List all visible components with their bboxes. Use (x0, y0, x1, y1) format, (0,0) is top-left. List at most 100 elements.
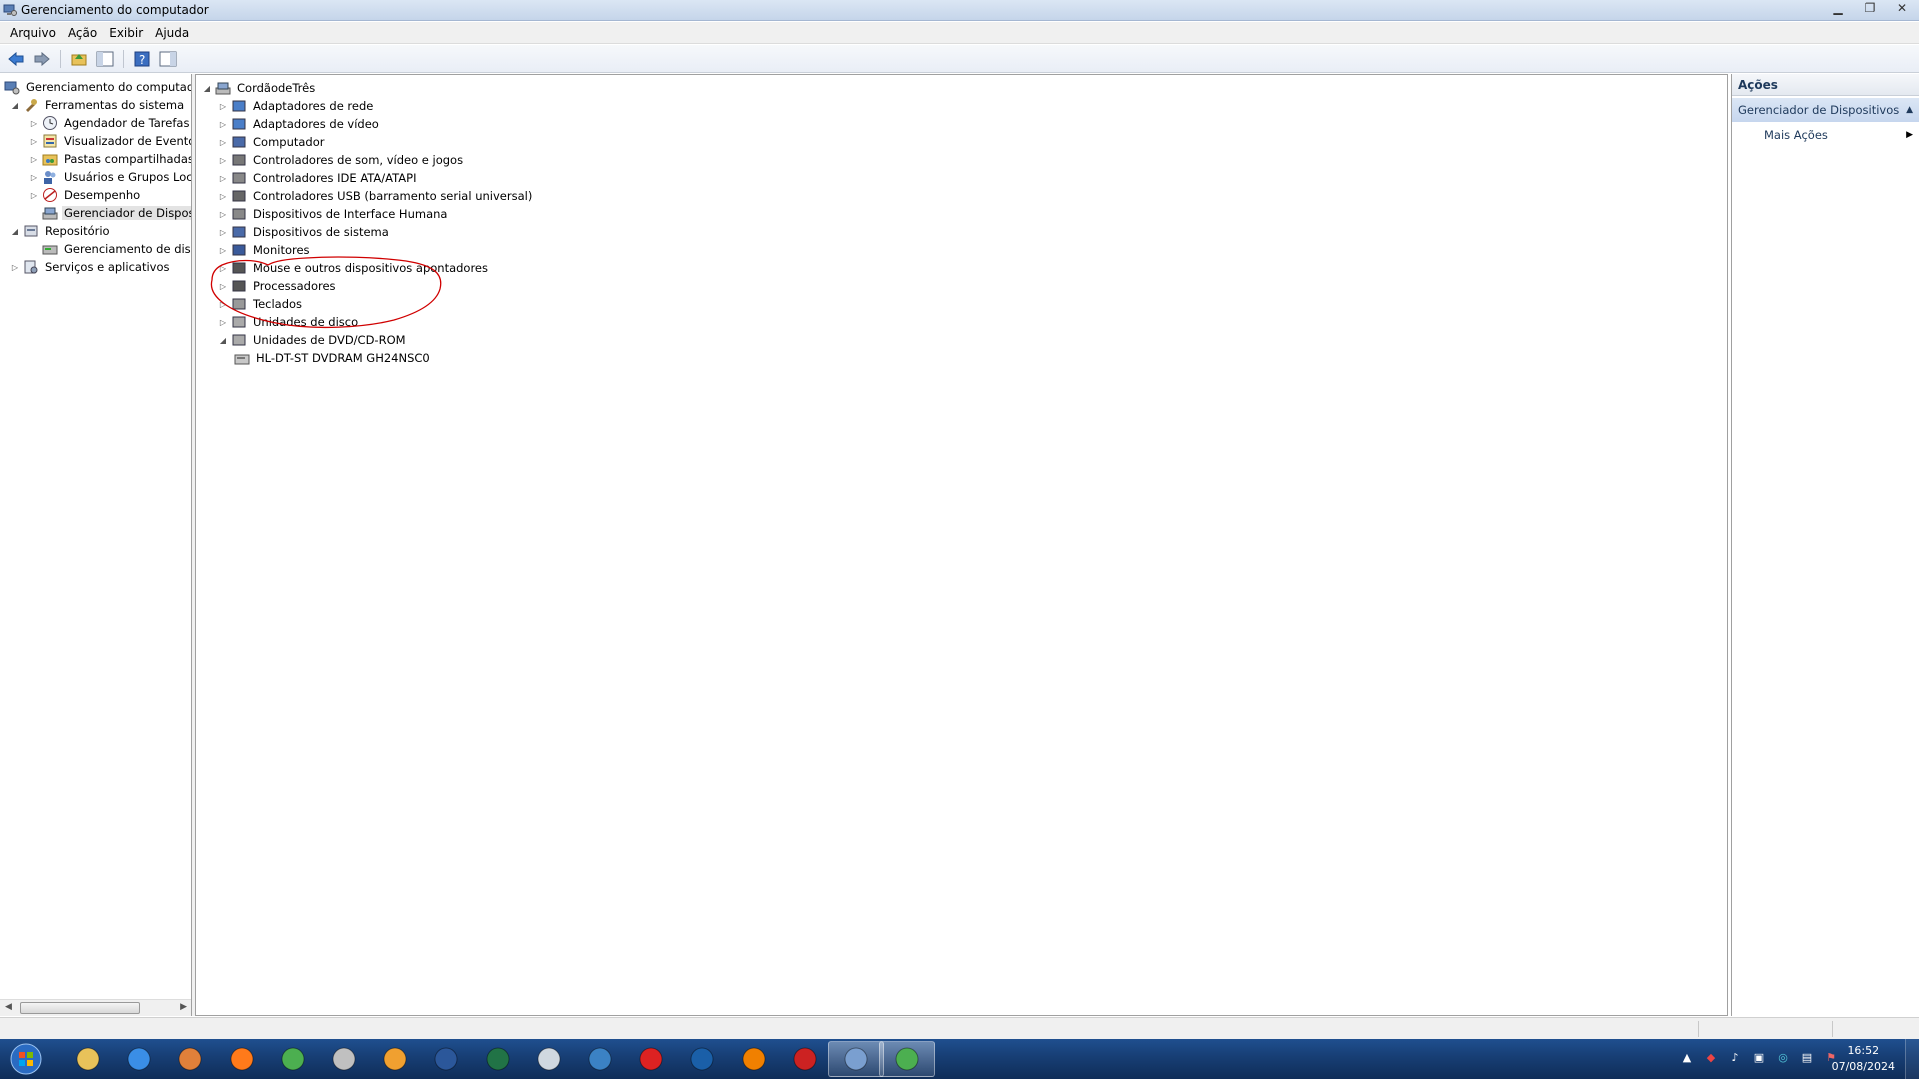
clock[interactable]: 16:52 07/08/2024 (1832, 1043, 1895, 1075)
tools-icon[interactable] (316, 1041, 372, 1077)
tree-storage[interactable]: ◢ Repositório (10, 222, 112, 240)
excel-icon[interactable] (470, 1041, 526, 1077)
tray-app-icon[interactable]: ◆ (1703, 1049, 1719, 1065)
menu-acao[interactable]: Ação (62, 26, 103, 40)
tree-disk-management[interactable]: Gerenciamento de disco (42, 240, 191, 258)
collapse-arrow-icon[interactable]: ◢ (10, 226, 20, 236)
expand-arrow-icon[interactable]: ▷ (218, 245, 228, 255)
vlc-icon[interactable] (726, 1041, 782, 1077)
device-category[interactable]: ▷ Mouse e outros dispositivos apontadores (218, 259, 490, 277)
up-folder-icon[interactable] (68, 48, 90, 70)
shield-icon[interactable] (674, 1041, 730, 1077)
window-title: Gerenciamento do computador (21, 3, 209, 17)
tree-root[interactable]: Gerenciamento do computado (4, 78, 191, 96)
scroll-left-icon[interactable]: ◀ (5, 1002, 12, 1012)
tree-local-users[interactable]: ▷ Usuários e Grupos Loca (29, 168, 191, 186)
expand-arrow-icon[interactable]: ▷ (29, 118, 39, 128)
device-category[interactable]: ▷ Teclados (218, 295, 304, 313)
chrome-icon[interactable] (265, 1041, 321, 1077)
pdf-icon[interactable] (367, 1041, 423, 1077)
media-player-icon[interactable] (162, 1041, 218, 1077)
tree-system-tools[interactable]: ◢ Ferramentas do sistema (10, 96, 186, 114)
properties-icon[interactable] (157, 48, 179, 70)
printer-icon[interactable]: ▤ (1799, 1049, 1815, 1065)
help-icon[interactable]: ? (131, 48, 153, 70)
scroll-right-icon[interactable]: ▶ (180, 1002, 187, 1012)
menu-exibir[interactable]: Exibir (103, 26, 149, 40)
tree-shared-folders[interactable]: ▷ Pastas compartilhadas (29, 150, 191, 168)
back-icon[interactable] (5, 48, 27, 70)
show-hide-tree-icon[interactable] (94, 48, 116, 70)
svg-text:?: ? (139, 53, 145, 67)
device-category[interactable]: ▷ Adaptadores de vídeo (218, 115, 381, 133)
horizontal-scrollbar[interactable]: ◀ ▶ (0, 999, 191, 1016)
scrollbar-thumb[interactable] (20, 1002, 140, 1014)
expand-arrow-icon[interactable]: ▷ (29, 136, 39, 146)
computer-node[interactable]: ◢ CordãodeTrês (202, 79, 317, 97)
more-actions-item[interactable]: Mais Ações ▶ (1732, 124, 1919, 146)
show-desktop-button[interactable] (1905, 1039, 1919, 1079)
expand-arrow-icon[interactable]: ▷ (10, 262, 20, 272)
expand-arrow-icon[interactable]: ▷ (218, 299, 228, 309)
tree-event-viewer[interactable]: ▷ Visualizador de Eventos (29, 132, 191, 150)
computer-management-icon[interactable] (828, 1041, 884, 1077)
device-category[interactable]: ▷ Dispositivos de sistema (218, 223, 391, 241)
start-button[interactable] (4, 1041, 48, 1077)
collapse-arrow-icon[interactable]: ◢ (218, 335, 228, 345)
tree-task-scheduler[interactable]: ▷ Agendador de Tarefas (29, 114, 191, 132)
close-button[interactable]: ✕ (1889, 0, 1915, 16)
expand-arrow-icon[interactable]: ▷ (218, 173, 228, 183)
expand-arrow-icon[interactable]: ▷ (218, 281, 228, 291)
expand-arrow-icon[interactable]: ▷ (29, 172, 39, 182)
dvd-device-item[interactable]: HL-DT-ST DVDRAM GH24NSC0 (234, 349, 432, 367)
menu-arquivo[interactable]: Arquivo (4, 26, 62, 40)
qbittorrent-icon[interactable] (572, 1041, 628, 1077)
windows-explorer-icon[interactable] (60, 1041, 116, 1077)
device-category[interactable]: ▷ Adaptadores de rede (218, 97, 375, 115)
actions-section-device-manager[interactable]: Gerenciador de Dispositivos ▲ (1732, 98, 1919, 122)
device-category[interactable]: ▷ Unidades de disco (218, 313, 360, 331)
computer-management-icon (4, 81, 20, 95)
chrome-alt-icon[interactable] (879, 1041, 936, 1077)
device-category[interactable]: ▷ Controladores USB (barramento serial un… (218, 187, 534, 205)
expand-arrow-icon[interactable]: ▷ (218, 227, 228, 237)
menu-ajuda[interactable]: Ajuda (149, 26, 195, 40)
update-icon[interactable]: ◎ (1775, 1049, 1791, 1065)
tray-expand-icon[interactable]: ▲ (1679, 1049, 1695, 1065)
expand-arrow-icon[interactable]: ▷ (218, 137, 228, 147)
tree-performance[interactable]: ▷ Desempenho (29, 186, 142, 204)
tree-device-manager[interactable]: Gerenciador de Disposit (42, 204, 191, 222)
device-category[interactable]: ◢ Unidades de DVD/CD-ROM (218, 331, 408, 349)
firefox-icon[interactable] (214, 1041, 270, 1077)
tree-services[interactable]: ▷ Serviços e aplicativos (10, 258, 171, 276)
expand-arrow-icon[interactable]: ▷ (218, 317, 228, 327)
expand-arrow-icon[interactable]: ▷ (218, 119, 228, 129)
device-category[interactable]: ▷ Controladores de som, vídeo e jogos (218, 151, 465, 169)
expand-arrow-icon[interactable]: ▷ (29, 154, 39, 164)
expand-arrow-icon[interactable]: ▷ (218, 263, 228, 273)
word-icon[interactable] (418, 1041, 474, 1077)
collapse-arrow-icon[interactable]: ◢ (202, 83, 212, 93)
expand-arrow-icon[interactable]: ▷ (218, 155, 228, 165)
collapse-caret-icon[interactable]: ▲ (1906, 105, 1913, 115)
expand-arrow-icon[interactable]: ▷ (218, 101, 228, 111)
device-category[interactable]: ▷ Dispositivos de Interface Humana (218, 205, 449, 223)
restore-button[interactable]: ❐ (1857, 0, 1883, 16)
volume-icon[interactable]: ♪ (1727, 1049, 1743, 1065)
expand-arrow-icon[interactable]: ▷ (218, 191, 228, 201)
clock-date: 07/08/2024 (1831, 1060, 1895, 1073)
device-category[interactable]: ▷ Controladores IDE ATA/ATAPI (218, 169, 418, 187)
device-category[interactable]: ▷ Processadores (218, 277, 338, 295)
device-category[interactable]: ▷ Monitores (218, 241, 312, 259)
internet-explorer-icon[interactable] (111, 1041, 167, 1077)
expand-arrow-icon[interactable]: ▷ (218, 209, 228, 219)
expand-arrow-icon[interactable]: ▷ (29, 190, 39, 200)
network-icon[interactable]: ▣ (1751, 1049, 1767, 1065)
screen-recorder-icon[interactable] (777, 1041, 833, 1077)
antivirus-icon[interactable] (623, 1041, 679, 1077)
minimize-button[interactable]: ▁ (1825, 0, 1851, 16)
forward-icon[interactable] (31, 48, 53, 70)
collapse-arrow-icon[interactable]: ◢ (10, 100, 20, 110)
calculator-icon[interactable] (521, 1041, 577, 1077)
device-category[interactable]: ▷ Computador (218, 133, 326, 151)
